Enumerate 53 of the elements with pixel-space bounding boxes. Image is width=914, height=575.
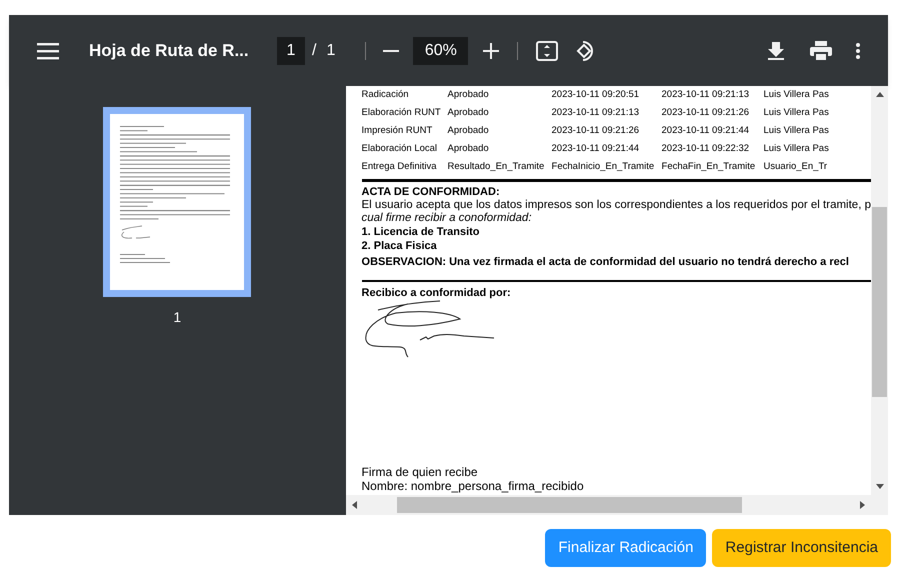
list-item: 2. Placa Fisica xyxy=(362,240,438,253)
table-cell-text: Usuario_En_Tr xyxy=(764,160,828,174)
table-cell-text: Elaboración Local xyxy=(362,142,438,156)
section-heading: ACTA DE CONFORMIDAD: xyxy=(362,186,501,199)
table-cell-text: 2023-10-11 09:21:44 xyxy=(662,124,750,138)
table-cell-text: Resultado_En_Tramite xyxy=(448,160,546,174)
table-cell-text: 2023-10-11 09:22:32 xyxy=(662,142,750,156)
table-cell-text: FechaInicio_En_Tramite xyxy=(552,160,656,174)
zoom-out-icon[interactable] xyxy=(383,48,400,52)
table-cell-text: Aprobado xyxy=(448,88,490,102)
observation-text: OBSERVACION: Una vez firmada el acta de conformidad del usuario no tendrá derecho a recl xyxy=(362,256,850,269)
download-icon[interactable] xyxy=(768,42,784,60)
zoom-in-icon[interactable] xyxy=(483,42,500,58)
document-title: Hoja de Ruta de R... xyxy=(89,40,250,62)
table-cell-text: 2023-10-11 09:21:26 xyxy=(552,124,640,138)
table-cell-text: 2023-10-11 09:20:51 xyxy=(552,88,640,102)
page-count: 1 xyxy=(326,40,336,60)
list-item: 1. Licencia de Transito xyxy=(362,226,481,239)
table-cell-text: 2023-10-11 09:21:13 xyxy=(662,88,750,102)
page-number-field[interactable]: 1 xyxy=(277,36,305,64)
scroll-up-icon[interactable] xyxy=(876,92,884,97)
page-separator: / xyxy=(312,40,316,60)
page-label: 1 xyxy=(173,308,182,327)
table-cell-text: Impresión RUNT xyxy=(362,124,434,138)
zoom-field[interactable]: 60% xyxy=(413,36,468,64)
table-cell-text: Elaboración RUNT xyxy=(362,106,442,120)
table-cell-text: Luis Villera Pas xyxy=(764,142,830,156)
table-cell-text: Entrega Definitiva xyxy=(362,160,438,174)
action-button[interactable]: Registrar Inconsitencia xyxy=(712,529,891,567)
signature-caption: Firma de quien recibe xyxy=(362,465,479,479)
paragraph-text: El usuario acepta que los datos impresos son los correspondientes a los requeridos por el tramite, p xyxy=(362,199,871,212)
table-cell-text: Luis Villera Pas xyxy=(764,88,830,102)
scroll-left-icon[interactable] xyxy=(352,501,357,509)
table-cell-text: Luis Villera Pas xyxy=(764,106,830,120)
signature-label: Recibico a conformidad por: xyxy=(362,287,512,300)
page-thumbnail[interactable] xyxy=(103,107,252,297)
table-cell-text: 2023-10-11 09:21:26 xyxy=(662,106,750,120)
name-line: Nombre: nombre_persona_firma_recibido xyxy=(362,479,585,493)
table-cell-text: Radicación xyxy=(362,88,410,102)
fit-page-icon[interactable] xyxy=(536,40,558,60)
print-icon[interactable] xyxy=(810,40,832,60)
table-cell-text: 2023-10-11 09:21:13 xyxy=(552,106,640,120)
table-cell-text: Aprobado xyxy=(448,124,490,138)
table-cell-text: Aprobado xyxy=(448,106,490,120)
paragraph-text: cual firme recibir a conoformidad: xyxy=(362,212,533,225)
table-cell-text: FechaFin_En_Tramite xyxy=(662,160,756,174)
menu-icon[interactable] xyxy=(37,42,59,60)
scroll-down-icon[interactable] xyxy=(876,484,884,489)
table-cell-text: Luis Villera Pas xyxy=(764,124,830,138)
more-options-icon[interactable] xyxy=(856,42,860,58)
table-cell-text: 2023-10-11 09:21:44 xyxy=(552,142,640,156)
scroll-right-icon[interactable] xyxy=(860,501,865,509)
table-cell-text: Aprobado xyxy=(448,142,490,156)
